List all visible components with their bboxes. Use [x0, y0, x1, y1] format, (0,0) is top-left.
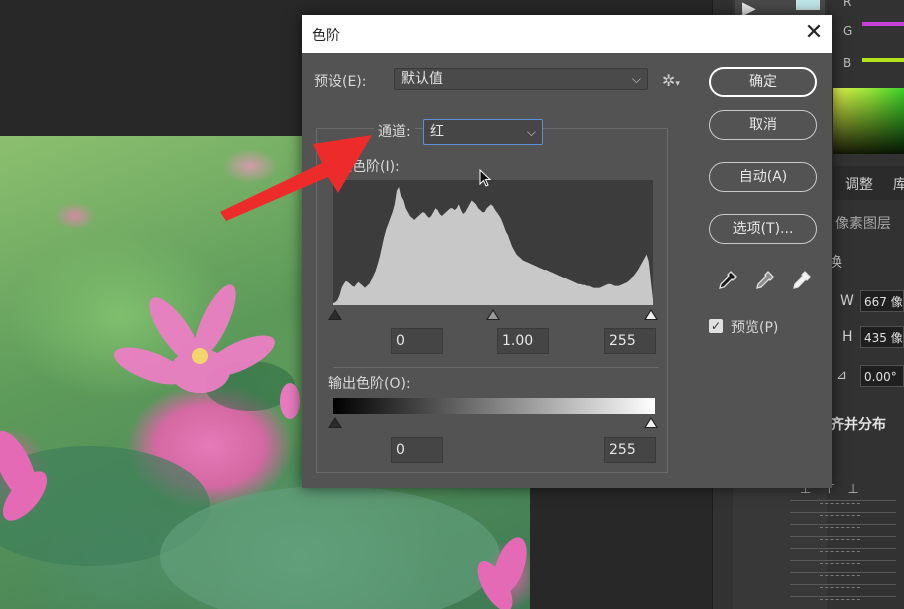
input-black-field[interactable]: 0	[391, 328, 443, 354]
preview-label: 预览(P)	[731, 320, 779, 336]
w-label: W	[840, 293, 854, 309]
close-icon[interactable]: ✕	[802, 21, 826, 45]
dialog-title: 色阶	[312, 28, 340, 44]
align-row	[790, 572, 896, 581]
gear-icon[interactable]: ✲▾	[662, 71, 680, 90]
g-label: G	[843, 24, 853, 38]
b-label: B	[843, 56, 852, 70]
black-eyedropper-icon[interactable]	[716, 270, 738, 297]
pixel-layer-label: 像素图层	[835, 216, 891, 232]
separator	[333, 367, 659, 368]
input-levels-label: 入色阶(I):	[338, 159, 400, 175]
align-row	[790, 584, 896, 593]
r-label: R	[843, 0, 852, 9]
height-input[interactable]: 435 像	[860, 326, 904, 348]
output-white-field[interactable]: 255	[604, 437, 656, 463]
options-button[interactable]: 选项(T)...	[709, 214, 817, 244]
histogram	[333, 180, 653, 305]
color-swatch[interactable]	[796, 0, 820, 10]
gray-eyedropper-icon[interactable]	[753, 270, 775, 297]
channel-select[interactable]: 红 ⌵	[423, 119, 543, 145]
angle-input[interactable]: 0.00°	[860, 365, 904, 387]
h-label: H	[842, 329, 853, 345]
input-white-field[interactable]: 255	[604, 328, 656, 354]
tab-libraries[interactable]: 库	[893, 174, 904, 194]
g-slider[interactable]	[862, 22, 904, 26]
dialog-titlebar: 色阶 ✕	[302, 15, 832, 53]
preview-checkbox[interactable]: ✓	[709, 319, 723, 333]
output-gradient	[333, 398, 655, 414]
align-row	[790, 500, 896, 509]
align-row	[790, 536, 896, 545]
levels-dialog: 色阶 ✕ 预设(E): 默认值 ⌵ ✲▾ 通道: 红 ⌵ 入色阶(I): 0 1…	[302, 15, 832, 488]
tab-adjustments[interactable]: 调整	[845, 174, 873, 194]
align-row	[790, 548, 896, 557]
input-gamma-field[interactable]: 1.00	[497, 328, 549, 354]
histogram-area	[333, 186, 653, 305]
chevron-down-icon: ⌵	[526, 125, 536, 139]
width-input[interactable]: 667 像	[860, 290, 904, 312]
channel-value: 红	[430, 124, 444, 140]
angle-icon: ⊿	[836, 368, 847, 383]
channel-label: 通道:	[374, 121, 415, 141]
auto-button[interactable]: 自动(A)	[709, 162, 817, 192]
align-row	[790, 512, 896, 521]
ok-button[interactable]: 确定	[709, 67, 817, 97]
output-black-field[interactable]: 0	[391, 437, 443, 463]
color-field[interactable]	[833, 88, 904, 154]
cancel-button[interactable]: 取消	[709, 110, 817, 140]
b-slider[interactable]	[862, 58, 904, 62]
chevron-down-icon: ⌵	[631, 72, 641, 86]
output-levels-label: 输出色阶(O):	[328, 376, 411, 392]
align-row	[790, 596, 896, 605]
preset-value: 默认值	[401, 71, 443, 87]
align-section-title: 齐并分布	[830, 417, 886, 433]
align-row	[790, 524, 896, 533]
histogram-graph	[333, 186, 653, 305]
preset-label: 预设(E):	[314, 74, 367, 90]
white-eyedropper-icon[interactable]	[790, 270, 812, 297]
preset-select[interactable]: 默认值 ⌵	[394, 68, 648, 90]
align-row	[790, 560, 896, 569]
